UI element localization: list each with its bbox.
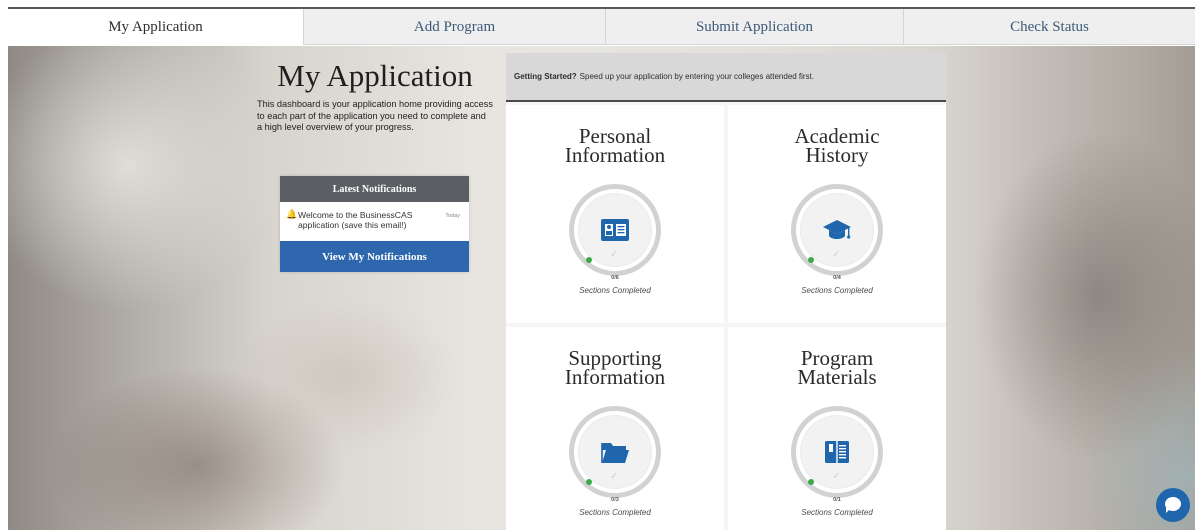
- sections-panel: Getting Started? Speed up your applicati…: [506, 53, 946, 530]
- progress-ring: ✓: [569, 184, 661, 276]
- graduation-cap-icon: [823, 220, 851, 239]
- tile-supporting-information[interactable]: Supporting Information ✓ 0/3 Sections Com…: [506, 327, 724, 530]
- progress-ring: ✓: [791, 406, 883, 498]
- tile-title: Personal Information: [506, 126, 724, 167]
- tab-add-program[interactable]: Add Program: [303, 9, 605, 45]
- tab-check-status[interactable]: Check Status: [903, 9, 1195, 45]
- tile-status: Sections Completed: [579, 508, 651, 517]
- tile-count: 0/3: [611, 497, 619, 503]
- getting-started-banner: Getting Started? Speed up your applicati…: [506, 53, 946, 102]
- progress-ring: ✓: [791, 184, 883, 276]
- book-icon: [825, 441, 849, 463]
- tile-title-line2: Materials: [797, 365, 877, 389]
- intro-section: My Application This dashboard is your ap…: [257, 46, 493, 166]
- chat-bubble-tail: [1166, 508, 1171, 513]
- folder-icon: [601, 443, 629, 463]
- tile-title-line2: Information: [564, 143, 666, 167]
- view-notifications-button[interactable]: View My Notifications: [280, 241, 469, 272]
- tile-status: Sections Completed: [801, 508, 873, 517]
- tab-submit-application[interactable]: Submit Application: [605, 9, 903, 45]
- check-icon: ✓: [832, 249, 841, 260]
- tile-personal-information[interactable]: Personal Information ✓ 0/6 Sections Comp…: [506, 105, 724, 323]
- notification-time: Today: [445, 213, 460, 219]
- id-card-icon: [601, 219, 629, 241]
- page-title: My Application: [277, 58, 473, 93]
- chat-button[interactable]: [1156, 488, 1190, 522]
- tile-count: 0/6: [611, 275, 619, 281]
- check-icon: ✓: [832, 471, 841, 482]
- notification-text: Welcome to the BusinessCAS application (…: [298, 210, 413, 230]
- tile-title: Academic History: [728, 126, 946, 167]
- notifications-card: Latest Notifications 🔔 Welcome to the Bu…: [280, 176, 469, 272]
- tile-status: Sections Completed: [801, 286, 873, 295]
- notification-item[interactable]: 🔔 Welcome to the BusinessCAS application…: [280, 202, 469, 241]
- tile-title: Supporting Information: [506, 348, 724, 389]
- progress-dot: [808, 257, 814, 263]
- getting-started-bold: Getting Started?: [514, 72, 577, 81]
- bell-icon: 🔔: [286, 210, 298, 220]
- top-border: [0, 0, 1195, 9]
- notifications-header: Latest Notifications: [280, 176, 469, 202]
- tab-my-application[interactable]: My Application: [8, 9, 303, 45]
- check-icon: ✓: [610, 249, 619, 260]
- main-tabs: My Application Add Program Submit Applic…: [8, 9, 1195, 45]
- tile-title-line2: Information: [564, 365, 666, 389]
- dashboard-hero: My Application This dashboard is your ap…: [8, 46, 1195, 530]
- tile-title: Program Materials: [728, 348, 946, 389]
- progress-ring: ✓: [569, 406, 661, 498]
- sections-grid: Personal Information ✓ 0/6 Sections Comp…: [506, 102, 946, 530]
- tile-status: Sections Completed: [579, 286, 651, 295]
- page-description: This dashboard is your application home …: [257, 99, 493, 132]
- progress-dot: [808, 479, 814, 485]
- tile-title-line2: History: [805, 143, 869, 167]
- tile-count: 0/4: [833, 275, 841, 281]
- tile-academic-history[interactable]: Academic History ✓ 0/4 Sections Completed: [728, 105, 946, 323]
- tile-program-materials[interactable]: Program Materials ✓ 0/1 Sections Complet…: [728, 327, 946, 530]
- tile-count: 0/1: [833, 497, 841, 503]
- progress-dot: [586, 257, 592, 263]
- check-icon: ✓: [610, 471, 619, 482]
- getting-started-text: Speed up your application by entering yo…: [579, 72, 815, 81]
- progress-dot: [586, 479, 592, 485]
